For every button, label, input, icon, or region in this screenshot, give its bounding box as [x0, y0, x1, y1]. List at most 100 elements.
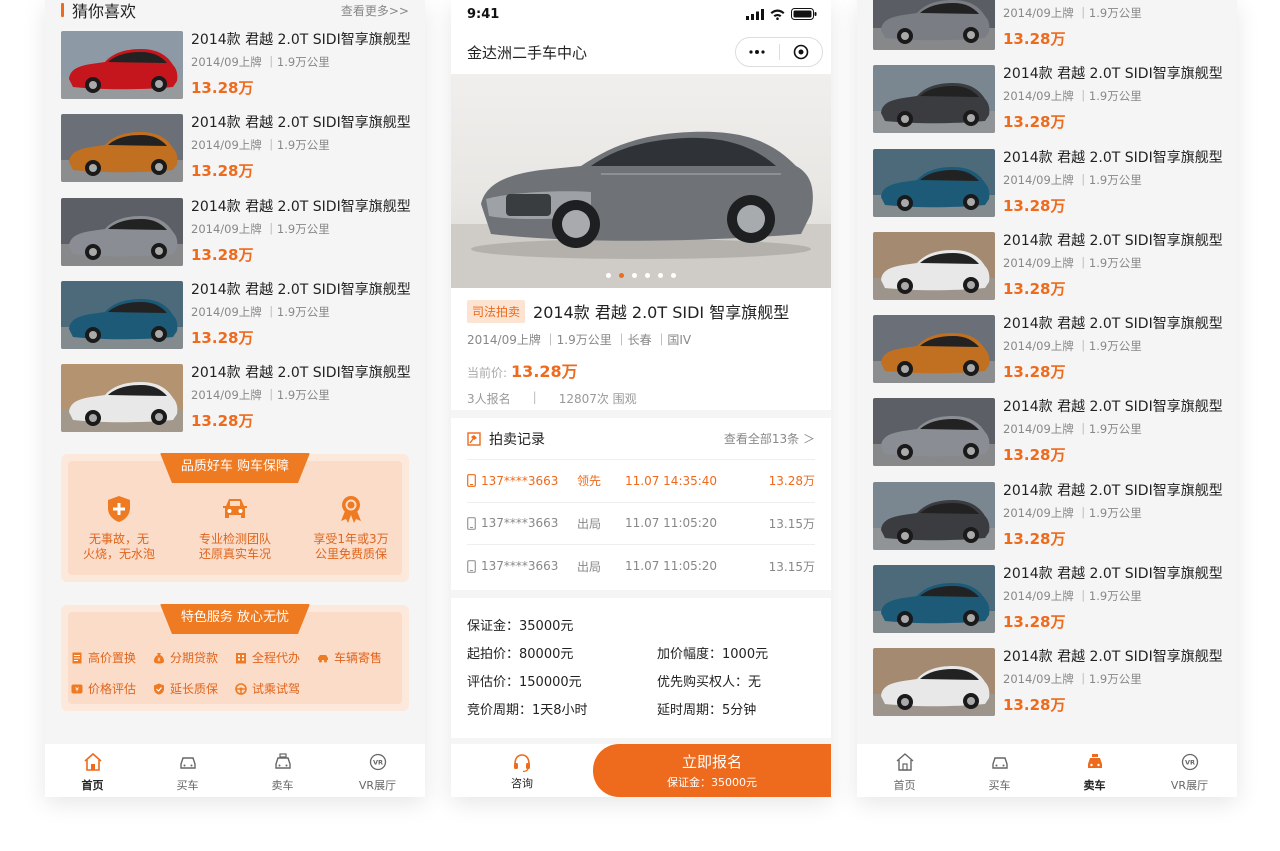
tab-vr-showroom[interactable]: VR VR展厅	[1142, 744, 1237, 797]
car-meta: 2014/09上牌 ｜1.9万公里	[1003, 255, 1142, 270]
judicial-auction-tag: 司法拍卖	[467, 299, 526, 323]
carousel-dot[interactable]	[606, 273, 611, 278]
car-list-item[interactable]: 2014款 君越 2.0T SIDI智享旗舰型2014/09上牌 ｜1.9万公里…	[873, 398, 1223, 481]
bid-time: 11.07 11:05:20	[625, 559, 718, 574]
consult-button[interactable]: 咨询	[451, 744, 593, 797]
carousel-dot[interactable]	[671, 273, 676, 278]
car-list-item[interactable]: 2014款 君越 2.0T SIDI智享旗舰型2014/09上牌 ｜1.9万公里…	[873, 565, 1223, 648]
current-price-label: 当前价:	[467, 366, 508, 380]
car-list-item[interactable]: 2014款 君越 2.0T SIDI智享旗舰型2014/09上牌 ｜1.9万公里…	[61, 114, 411, 197]
carousel-dot[interactable]	[645, 273, 650, 278]
service-full-agency[interactable]: 全程代办	[235, 649, 317, 666]
car-list-item[interactable]: 2014款 君越 2.0T SIDI智享旗舰型2014/09上牌 ｜1.9万公里…	[61, 31, 411, 114]
car-icon	[179, 757, 196, 769]
featured-services-panel: 特色服务 放心无忧 高价置换 ¥ 分期贷款 全程代办 车辆寄售 ¥ 价格评估 延长质…	[61, 604, 409, 711]
car-name: 2014款 君越 2.0T SIDI智享旗舰型	[1003, 399, 1223, 416]
carousel-dot[interactable]	[632, 273, 637, 278]
service-test-drive[interactable]: 试乘试驾	[235, 680, 317, 697]
car-price: 13.28万	[1003, 113, 1066, 132]
quality-text-1b: 火烧，无水泡	[82, 547, 155, 561]
tab-sell-car[interactable]: 卖车	[1047, 744, 1142, 797]
car-name: 2014款 君越 2.0T SIDI智享旗舰型	[191, 32, 411, 48]
car-info: 2014款 君越 2.0T SIDI智享旗舰型2014/09上牌 ｜1.9万公里…	[191, 31, 411, 114]
tab-label: 卖车	[271, 779, 294, 792]
service-label: 车辆寄售	[334, 651, 383, 665]
service-consignment[interactable]: 车辆寄售	[317, 649, 399, 666]
svg-text:¥: ¥	[75, 686, 79, 693]
car-image-carousel[interactable]	[451, 74, 831, 288]
car-info: 2014款 君越 2.0T SIDI智享旗舰型2014/09上牌 ｜1.9万公里…	[1003, 482, 1223, 565]
tab-label: 买车	[988, 779, 1011, 792]
car-front-icon	[220, 494, 250, 524]
car-list-item[interactable]: 2014款 君越 2.0T SIDI智享旗舰型2014/09上牌 ｜1.9万公里…	[873, 65, 1223, 148]
car-list-item[interactable]: 2014款 君越 2.0T SIDI智享旗舰型2014/09上牌 ｜1.9万公里…	[873, 648, 1223, 731]
service-label: 全程代办	[252, 651, 301, 665]
tab-sell-car[interactable]: 卖车	[235, 744, 330, 797]
svg-text:VR: VR	[372, 759, 382, 767]
service-trade-in[interactable]: 高价置换	[71, 649, 153, 666]
car-tag-icon	[274, 753, 291, 769]
car-price: 13.28万	[191, 79, 254, 97]
car-thumbnail	[61, 364, 183, 433]
service-extended-warranty[interactable]: 延长质保	[153, 680, 235, 697]
status-bar: 9:41	[451, 0, 831, 30]
tab-home[interactable]: 首页	[45, 744, 140, 797]
car-list-item[interactable]: 2014款 君越 2.0T SIDI智享旗舰型2014/09上牌 ｜1.9万公里…	[873, 481, 1223, 565]
tab-label: 买车	[176, 779, 199, 792]
car-info: 2014款 君越 2.0T SIDI智享旗舰型2014/09上牌 ｜1.9万公里…	[191, 114, 411, 197]
car-meta: 2014/09上牌 ｜1.9万公里	[1003, 672, 1142, 687]
tab-buy-car[interactable]: 买车	[952, 744, 1047, 797]
auction-params: 保证金：35000元 起拍价：80000元 加价幅度：1000元 评估价：1500…	[451, 598, 831, 738]
nav-title: 金达洲二手车中心	[467, 44, 588, 62]
close-mini-program-button[interactable]	[780, 44, 823, 60]
view-more-link[interactable]: 查看更多>>	[341, 2, 409, 19]
car-info: 2014款 君越 2.0T SIDI智享旗舰型2014/09上牌 ｜1.9万公里…	[1003, 0, 1223, 65]
car-list-item[interactable]: 2014款 君越 2.0T SIDI智享旗舰型2014/09上牌 ｜1.9万公里…	[873, 315, 1223, 398]
car-meta: 2014/09上牌 ｜1.9万公里	[1003, 589, 1142, 604]
tab-home[interactable]: 首页	[857, 744, 952, 797]
tab-buy-car[interactable]: 买车	[140, 744, 235, 797]
car-price: 13.28万	[1003, 696, 1066, 715]
car-info: 2014款 君越 2.0T SIDI智享旗舰型2014/09上牌 ｜1.9万公里…	[1003, 398, 1223, 481]
car-list-item[interactable]: 2014款 君越 2.0T SIDI智享旗舰型2014/09上牌 ｜1.9万公里…	[61, 280, 411, 364]
carousel-dot-active[interactable]	[619, 273, 624, 278]
car-meta: 2014/09上牌 ｜1.9万公里	[1003, 172, 1142, 187]
car-thumbnail	[61, 280, 183, 349]
quality-badge: 品质好车 购车保障	[160, 453, 310, 483]
car-price: 13.28万	[191, 328, 254, 347]
car-name: 2014款 君越 2.0T SIDI智享旗舰型	[1003, 149, 1223, 166]
recommend-title-text: 猜你喜欢	[72, 2, 137, 21]
car-photo	[451, 131, 831, 288]
service-items: 高价置换 ¥ 分期贷款 全程代办 车辆寄售 ¥ 价格评估 延长质保 试乘试驾	[71, 649, 399, 697]
quality-text-3b: 公里免费质保	[314, 547, 387, 561]
car-thumbnail	[873, 481, 995, 550]
car-price: 13.28万	[191, 162, 254, 181]
auction-record-row: 137****3663 出局 11.07 11:05:20 13.15万	[467, 545, 815, 588]
svg-text:¥: ¥	[157, 657, 160, 663]
service-installment-loan[interactable]: ¥ 分期贷款	[153, 649, 235, 666]
document-icon	[72, 652, 82, 663]
car-meta: 2014/09上牌 ｜1.9万公里	[191, 138, 330, 153]
service-label: 价格评估	[88, 682, 137, 696]
svg-text:VR: VR	[1184, 759, 1194, 767]
car-info: 2014款 君越 2.0T SIDI智享旗舰型2014/09上牌 ｜1.9万公里…	[1003, 232, 1223, 315]
recommend-car-list: 2014款 君越 2.0T SIDI智享旗舰型 2014/09上牌 ｜1.9万公里…	[61, 31, 411, 447]
tab-vr-showroom[interactable]: VR VR展厅	[330, 744, 425, 797]
carousel-dot[interactable]	[658, 273, 663, 278]
car-list-item[interactable]: 2014款 君越 2.0T SIDI智享旗舰型2014/09上牌 ｜1.9万公里…	[873, 0, 1223, 65]
bidder-phone: 137****3663	[481, 559, 559, 574]
param-delay-period: 延时周期：5分钟	[657, 702, 757, 718]
param-priority-buyer: 优先购买权人：无	[657, 674, 762, 690]
param-start-price: 起拍价：80000元	[467, 646, 574, 662]
signup-button[interactable]: 立即报名 保证金：35000元	[593, 744, 831, 797]
view-all-records-link[interactable]: 查看全部13条 ＞	[724, 430, 815, 447]
more-dots-button[interactable]	[736, 50, 779, 54]
price-tag-icon: ¥	[71, 684, 83, 693]
service-price-evaluation[interactable]: ¥ 价格评估	[71, 680, 153, 697]
car-list-item[interactable]: 2014款 君越 2.0T SIDI智享旗舰型2014/09上牌 ｜1.9万公里…	[873, 231, 1223, 315]
car-list-item[interactable]: 2014款 君越 2.0T SIDI智享旗舰型2014/09上牌 ｜1.9万公里…	[61, 364, 411, 447]
more-dots-icon	[749, 50, 765, 54]
target-close-icon	[793, 44, 809, 60]
car-list-item[interactable]: 2014款 君越 2.0T SIDI智享旗舰型 2014/09上牌 ｜1.9万公里…	[873, 148, 1223, 232]
car-list-item[interactable]: 2014款 君越 2.0T SIDI智享旗舰型2014/09上牌 ｜1.9万公里…	[61, 197, 411, 281]
